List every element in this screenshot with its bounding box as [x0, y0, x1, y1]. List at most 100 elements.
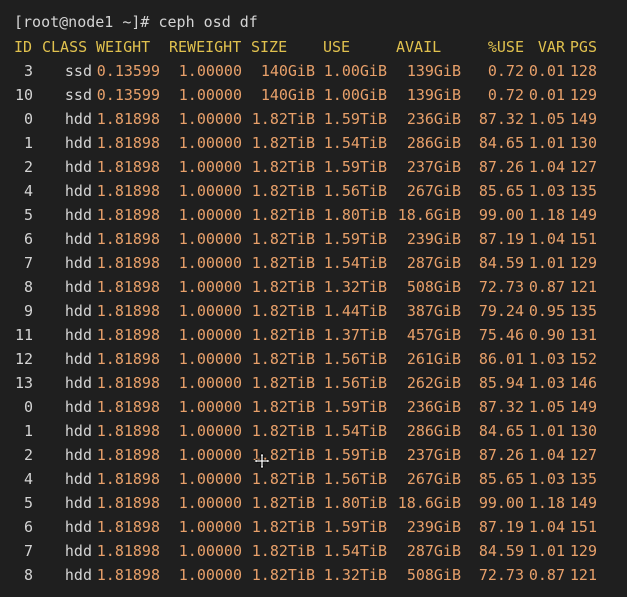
cell-use: 1.00GiB	[323, 62, 387, 80]
cell-id: 2	[23, 446, 33, 464]
cell-reweight: 1.00000	[178, 134, 242, 152]
cell-class: hdd	[64, 542, 92, 560]
cell-use: 1.59TiB	[323, 398, 387, 416]
cell-use: 1.56TiB	[323, 182, 387, 200]
cell-id: 8	[23, 566, 33, 584]
cell-pct: 75.46	[478, 326, 524, 344]
cell-var: 1.18	[528, 494, 565, 512]
cell-weight: 1.81898	[96, 134, 160, 152]
cell-id: 4	[23, 470, 33, 488]
cell-size: 140GiB	[260, 86, 315, 104]
cell-id: 1	[23, 422, 33, 440]
header-var: VAR	[537, 38, 565, 56]
cell-pgs: 149	[569, 398, 597, 416]
cell-id: 7	[23, 542, 33, 560]
cell-weight: 1.81898	[96, 350, 160, 368]
cell-use: 1.32TiB	[323, 278, 387, 296]
cell-avail: 18.6GiB	[397, 494, 461, 512]
table-row: 4 hdd 1.81898 1.00000 1.82TiB 1.56TiB 267GiB 85…	[0, 467, 627, 491]
cell-size: 1.82TiB	[251, 182, 315, 200]
cell-class: hdd	[64, 230, 92, 248]
cell-reweight: 1.00000	[178, 470, 242, 488]
cell-reweight: 1.00000	[178, 326, 242, 344]
cell-var: 0.87	[528, 278, 565, 296]
table-row: 3 ssd 0.13599 1.00000 140GiB 1.00GiB 139GiB 0.7…	[0, 59, 627, 83]
cell-weight: 1.81898	[96, 158, 160, 176]
cell-var: 1.04	[528, 230, 565, 248]
cell-size: 1.82TiB	[251, 158, 315, 176]
table-row: 5 hdd 1.81898 1.00000 1.82TiB 1.80TiB 18.6GiB 9…	[0, 203, 627, 227]
cell-size: 1.82TiB	[251, 542, 315, 560]
cell-var: 1.03	[528, 350, 565, 368]
cell-class: ssd	[64, 86, 92, 104]
cell-id: 10	[14, 86, 33, 104]
cell-use: 1.54TiB	[323, 254, 387, 272]
cell-id: 6	[23, 518, 33, 536]
terminal-window[interactable]: [root@node1 ~]# ceph osd df ID CLASS WEI…	[0, 0, 627, 597]
cell-id: 11	[14, 326, 33, 344]
cell-id: 6	[23, 230, 33, 248]
cell-weight: 1.81898	[96, 446, 160, 464]
cell-id: 13	[14, 374, 33, 392]
table-row: 8 hdd 1.81898 1.00000 1.82TiB 1.32TiB 508GiB 72…	[0, 563, 627, 587]
header-pct-use: %USE	[487, 38, 524, 56]
cell-class: hdd	[64, 278, 92, 296]
cell-pct: 84.65	[478, 422, 524, 440]
cell-weight: 1.81898	[96, 470, 160, 488]
cell-pct: 87.26	[478, 158, 524, 176]
cell-pct: 72.73	[478, 278, 524, 296]
cell-avail: 139GiB	[406, 86, 461, 104]
cell-reweight: 1.00000	[178, 110, 242, 128]
cell-pgs: 121	[569, 566, 597, 584]
cell-pgs: 127	[569, 446, 597, 464]
cell-weight: 0.13599	[96, 62, 160, 80]
cell-size: 1.82TiB	[251, 254, 315, 272]
cell-reweight: 1.00000	[178, 302, 242, 320]
cell-reweight: 1.00000	[178, 566, 242, 584]
header-weight: WEIGHT	[96, 38, 151, 56]
header-pgs: PGS	[569, 38, 597, 56]
cell-pct: 99.00	[478, 494, 524, 512]
cell-avail: 287GiB	[406, 254, 461, 272]
cell-avail: 139GiB	[406, 62, 461, 80]
header-use: USE	[323, 38, 351, 56]
cell-pct: 85.65	[478, 470, 524, 488]
cell-pct: 87.32	[478, 398, 524, 416]
cell-avail: 18.6GiB	[397, 206, 461, 224]
table-row: 4 hdd 1.81898 1.00000 1.82TiB 1.56TiB 267GiB 85…	[0, 179, 627, 203]
cell-pct: 87.32	[478, 110, 524, 128]
cell-pgs: 152	[569, 350, 597, 368]
cell-pgs: 128	[569, 62, 597, 80]
cell-reweight: 1.00000	[178, 62, 242, 80]
cell-avail: 237GiB	[406, 446, 461, 464]
cell-weight: 1.81898	[96, 542, 160, 560]
table-row: 1 hdd 1.81898 1.00000 1.82TiB 1.54TiB 286GiB 84…	[0, 131, 627, 155]
cell-weight: 1.81898	[96, 422, 160, 440]
cell-var: 0.87	[528, 566, 565, 584]
cell-size: 1.82TiB	[251, 398, 315, 416]
cell-pct: 79.24	[478, 302, 524, 320]
cell-id: 1	[23, 134, 33, 152]
cell-use: 1.56TiB	[323, 374, 387, 392]
cell-reweight: 1.00000	[178, 230, 242, 248]
cell-reweight: 1.00000	[178, 278, 242, 296]
cell-size: 1.82TiB	[251, 518, 315, 536]
cell-avail: 387GiB	[406, 302, 461, 320]
cell-size: 1.82TiB	[251, 374, 315, 392]
cell-reweight: 1.00000	[178, 254, 242, 272]
cell-class: hdd	[64, 326, 92, 344]
cell-id: 3	[23, 62, 33, 80]
cell-size: 1.82TiB	[251, 230, 315, 248]
cell-pct: 99.00	[478, 206, 524, 224]
cell-var: 0.01	[528, 86, 565, 104]
table-row: 9 hdd 1.81898 1.00000 1.82TiB 1.44TiB 387GiB 79…	[0, 299, 627, 323]
table-row: 10 ssd 0.13599 1.00000 140GiB 1.00GiB 139GiB 0.…	[0, 83, 627, 107]
cell-var: 1.18	[528, 206, 565, 224]
table-row: 7 hdd 1.81898 1.00000 1.82TiB 1.54TiB 287GiB 84…	[0, 539, 627, 563]
cell-weight: 1.81898	[96, 374, 160, 392]
cell-size: 1.82TiB	[251, 422, 315, 440]
cell-pgs: 146	[569, 374, 597, 392]
cell-class: hdd	[64, 374, 92, 392]
cell-class: hdd	[64, 158, 92, 176]
cell-size: 1.82TiB	[251, 446, 315, 464]
